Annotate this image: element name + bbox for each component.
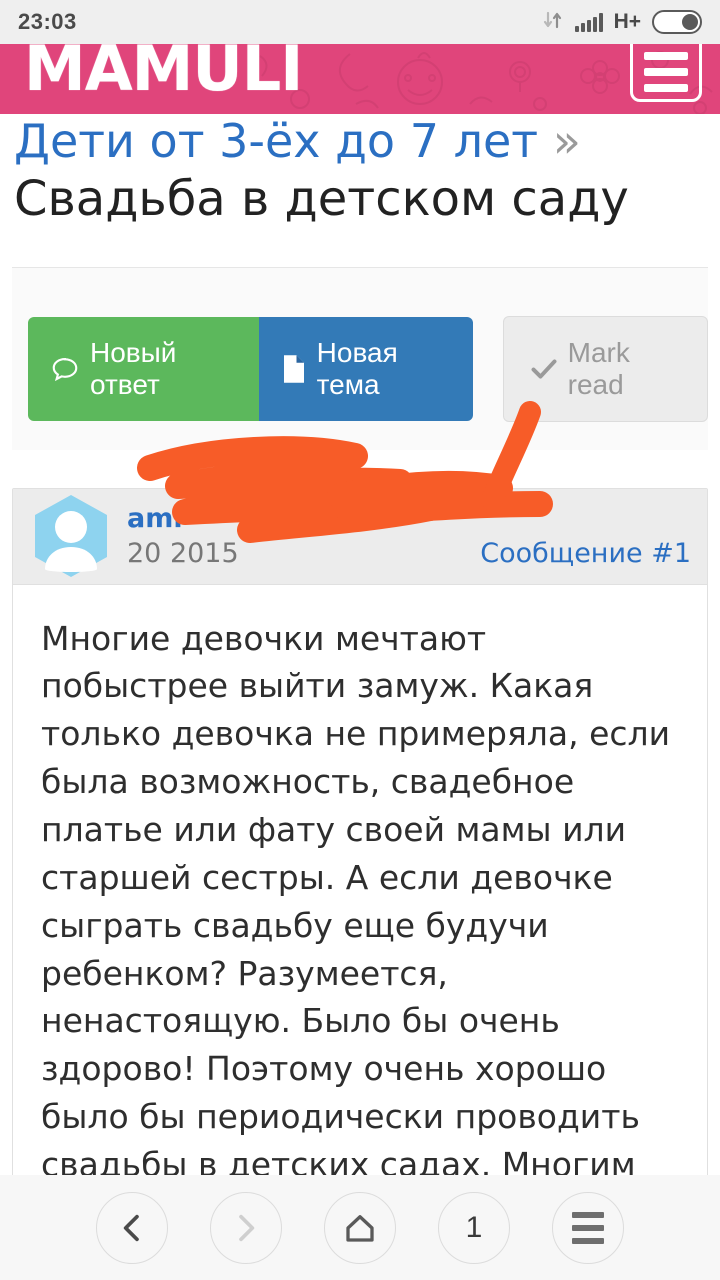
new-reply-label: Новый ответ [90,336,177,400]
data-transfer-icon [542,9,564,36]
tab-count-button[interactable]: 1 [438,1191,510,1264]
document-icon [281,354,307,384]
check-icon [530,355,558,383]
post-author[interactable]: ami [127,503,691,534]
status-bar: 23:03 H+ [0,0,720,44]
user-avatar-icon[interactable] [29,493,113,579]
post-body: Многие девочки мечтают побыстрее выйти з… [41,618,676,1203]
browser-nav-bar: 1 [0,1175,720,1280]
post-toolbar: Новый ответ Новая тема Mark read [12,266,708,450]
new-topic-button[interactable]: Новая тема [258,316,473,421]
network-type-label: H+ [613,10,641,33]
speech-bubble-icon [50,354,80,384]
status-time: 23:03 [18,9,77,34]
menu-icon[interactable] [552,1191,624,1264]
hamburger-menu-icon[interactable] [630,44,702,102]
breadcrumb-and-title: Дети от 3-ёх до 7 лет » Свадьба в детско… [0,114,720,229]
tab-count-label: 1 [465,1210,483,1244]
breadcrumb-separator-icon: » [552,116,581,167]
menu-lines [572,1211,604,1244]
post-date: 20 2015 [127,538,239,570]
post-number-link[interactable]: Сообщение #1 [480,538,691,569]
forward-icon[interactable] [210,1191,282,1264]
primary-button-group: Новый ответ Новая тема [28,316,473,421]
status-icons: H+ [542,9,702,36]
mark-read-button[interactable]: Mark read [502,315,708,422]
mark-read-label: Mark read [567,336,630,400]
battery-icon [652,10,702,34]
breadcrumb[interactable]: Дети от 3-ёх до 7 лет » [14,116,706,167]
back-icon[interactable] [96,1191,168,1264]
post-meta: ami 20 2015 Сообщение #1 [127,503,691,569]
post-subline: 20 2015 Сообщение #1 [127,538,691,569]
site-header: MAMULI [0,44,720,114]
new-topic-label: Новая тема [316,336,398,400]
site-logo[interactable]: MAMULI [24,44,303,100]
post-container: ami 20 2015 Сообщение #1 Многие девочки … [12,487,708,1204]
post-header: ami 20 2015 Сообщение #1 [13,488,707,585]
signal-icon [574,12,603,32]
home-icon[interactable] [324,1191,396,1264]
new-reply-button[interactable]: Новый ответ [28,316,259,421]
page-title: Свадьба в детском саду [14,170,629,227]
breadcrumb-link[interactable]: Дети от 3-ёх до 7 лет [14,116,538,167]
